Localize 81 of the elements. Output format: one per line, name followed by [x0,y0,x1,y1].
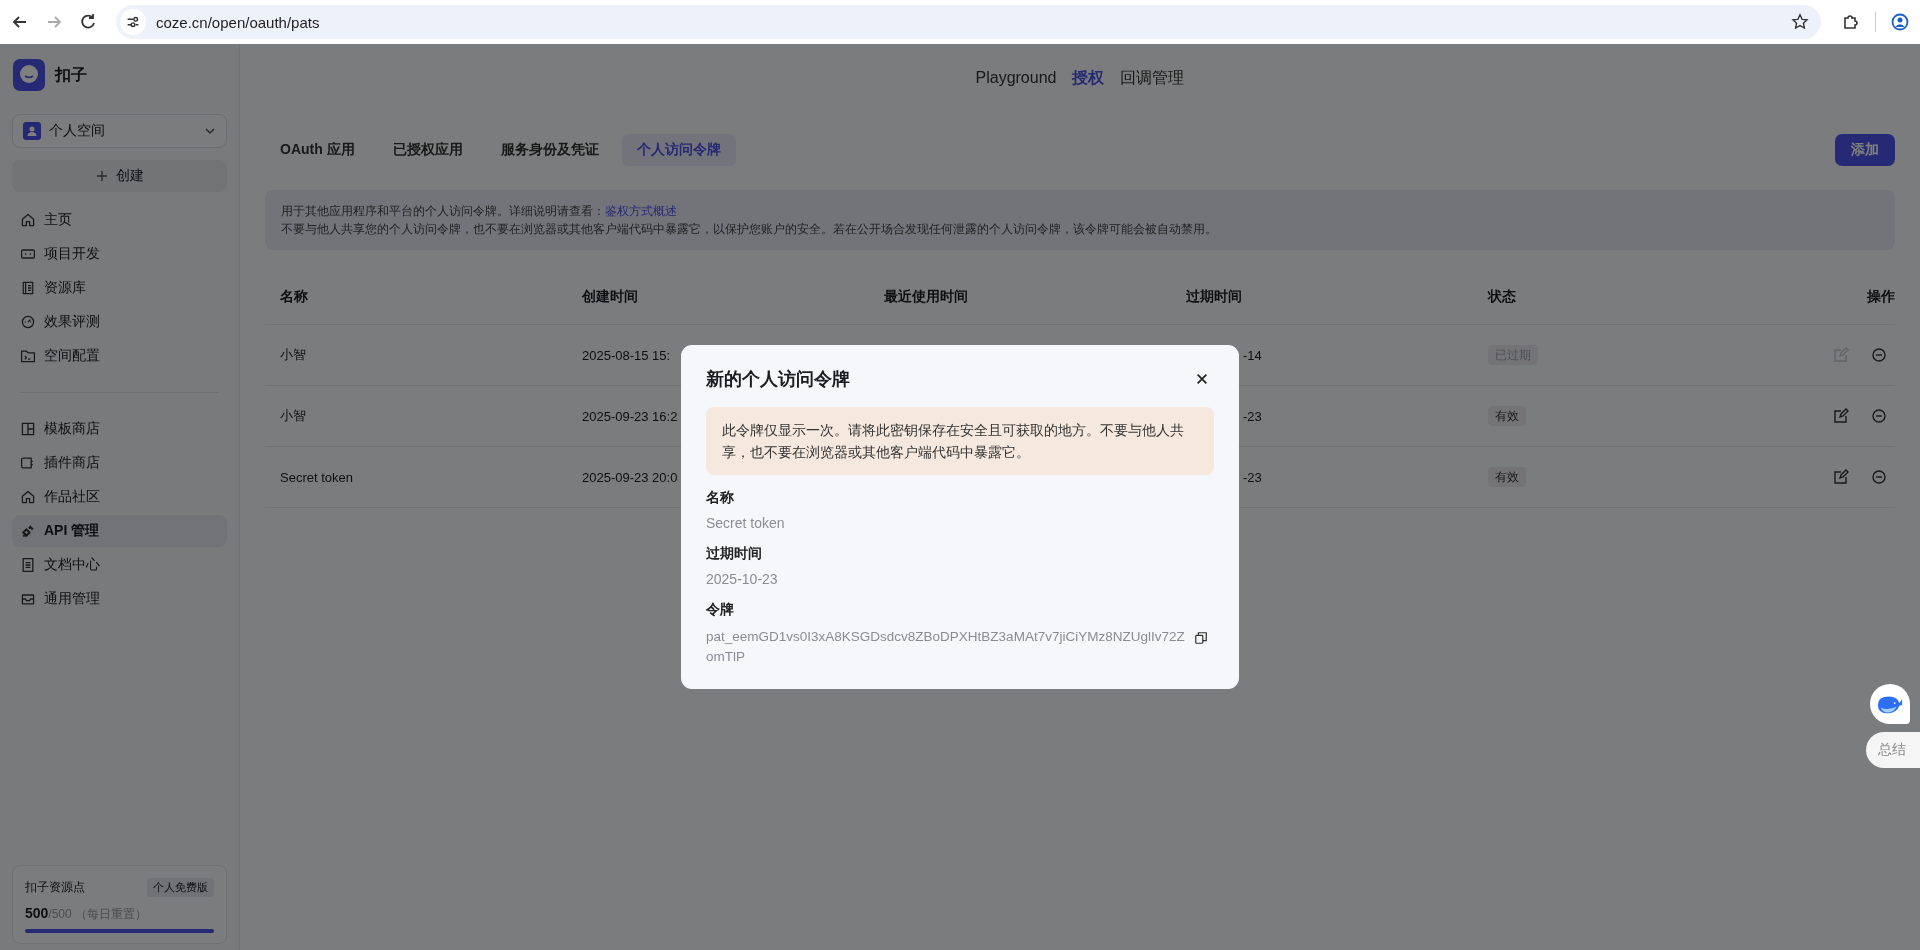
app-logo-icon[interactable] [13,59,45,91]
field-label: 名称 [706,489,735,507]
puzzle-icon[interactable] [1841,12,1861,32]
tab[interactable]: 已授权应用 [377,134,478,166]
field-label: 令牌 [706,601,735,619]
table-cell-text: 小智 [279,346,307,364]
quota-title: 扣子资源点 [25,879,85,896]
info-text: 不要与他人共享您的个人访问令牌，也不要在浏览器或其他客户端代码中暴露它，以保护您账户的安全。若在公开场合发现任何泄露的个人访问令牌，该令牌可能会被自动禁用。 [281,222,1217,236]
edit-icon[interactable] [1833,408,1849,424]
sidebar-item[interactable]: 插件商店 [12,447,227,479]
inbox-icon [20,591,36,607]
profile-icon[interactable] [1890,12,1910,32]
dialog-title: 新的个人访问令牌 [706,368,850,391]
field-label: 过期时间 [706,545,763,563]
edit-icon[interactable] [1833,469,1849,485]
sidebar-item[interactable]: API 管理 [12,515,227,547]
info-text: 用于其他应用程序和平台的个人访问令牌。详细说明请查看： [281,204,605,218]
token-value: pat_eemGD1vs0I3xA8KSGDsdcv8ZBoDPXHtBZ3aMAt7v7jiCiYMz8NZUglIv72ZomTlP [706,628,1186,666]
table-cell-text: 2025-08-15 15: [581,347,672,363]
close-icon[interactable] [1195,372,1209,386]
top-nav-link[interactable]: Playground [975,69,1057,87]
table-cell-text: 2025-09-23 16:2 [581,408,679,424]
top-nav-link[interactable]: 授权 [1072,67,1105,89]
app-name: 扣子 [55,64,87,85]
sidebar-item[interactable]: 空间配置 [12,340,227,372]
minus-circle-icon[interactable] [1871,347,1887,363]
sidebar-item[interactable]: 效果评测 [12,306,227,338]
url-text: coze.cn/open/oauth/pats [156,13,321,31]
api-icon [20,523,36,539]
sidebar-item[interactable]: 项目开发 [12,238,227,270]
tab[interactable]: 服务身份及凭证 [485,134,614,166]
table-cell-text: 小智 [279,407,307,425]
minus-circle-icon[interactable] [1871,408,1887,424]
warning-message: 此令牌仅显示一次。请将此密钥保存在安全且可获取的地方。不要与他人共享，也不要在浏览器或其他客户端代码中暴露它。 [706,407,1214,475]
status-tag: 有效 [1488,405,1526,426]
sidebar-item[interactable]: 主页 [12,204,227,236]
sidebar-item[interactable]: 模板商店 [12,413,227,445]
minus-circle-icon[interactable] [1871,469,1887,485]
address-bar[interactable]: coze.cn/open/oauth/pats [116,5,1821,39]
layout-icon [20,421,36,437]
column-header: 操作 [1866,288,1895,306]
column-header: 创建时间 [581,288,639,306]
table-cell-text: Secret token [279,469,354,485]
site-settings-icon[interactable] [120,9,146,35]
folder-icon [20,348,36,364]
sidebar-item[interactable]: 作品社区 [12,481,227,513]
plugin-icon [20,455,36,471]
table-cell-text: 2025-09-23 20:0 [581,469,679,485]
chevron-down-icon [204,125,216,137]
home-icon [20,489,36,505]
home-icon [20,212,36,228]
sidebar-item[interactable]: 资源库 [12,272,227,304]
gamepad-icon [20,246,36,262]
table-cell-text: -23 [1242,469,1263,485]
add-button[interactable]: 添加 [1835,134,1895,166]
plan-badge[interactable]: 个人免费版 [147,878,214,897]
gauge-icon [20,314,36,330]
field-value: 2025-10-23 [706,571,779,587]
docs-link[interactable]: 鉴权方式概述 [605,204,677,218]
column-header: 最近使用时间 [883,288,969,306]
copy-icon[interactable] [1194,631,1208,645]
field-value: Secret token [706,515,786,531]
top-nav-link[interactable]: 回调管理 [1120,67,1185,89]
status-tag: 有效 [1488,466,1526,487]
create-button[interactable]: 创建 [12,160,227,192]
book-icon [20,280,36,296]
column-header: 过期时间 [1185,288,1243,306]
tab[interactable]: OAuth 应用 [265,134,370,166]
column-header: 名称 [279,288,309,306]
table-cell-text: -14 [1242,347,1263,363]
column-header: 状态 [1486,288,1517,306]
plus-icon [95,170,108,182]
summary-button[interactable]: 总结 [1866,732,1920,768]
document-icon [20,557,36,573]
bookmark-star-icon[interactable] [1791,13,1809,31]
tab[interactable]: 个人访问令牌 [621,134,736,166]
sidebar-item[interactable]: 通用管理 [12,583,227,615]
user-icon [23,122,41,140]
table-cell-text: -23 [1242,408,1263,424]
workspace-selector[interactable]: 个人空间 [12,114,227,148]
sidebar-item[interactable]: 文档中心 [12,549,227,581]
